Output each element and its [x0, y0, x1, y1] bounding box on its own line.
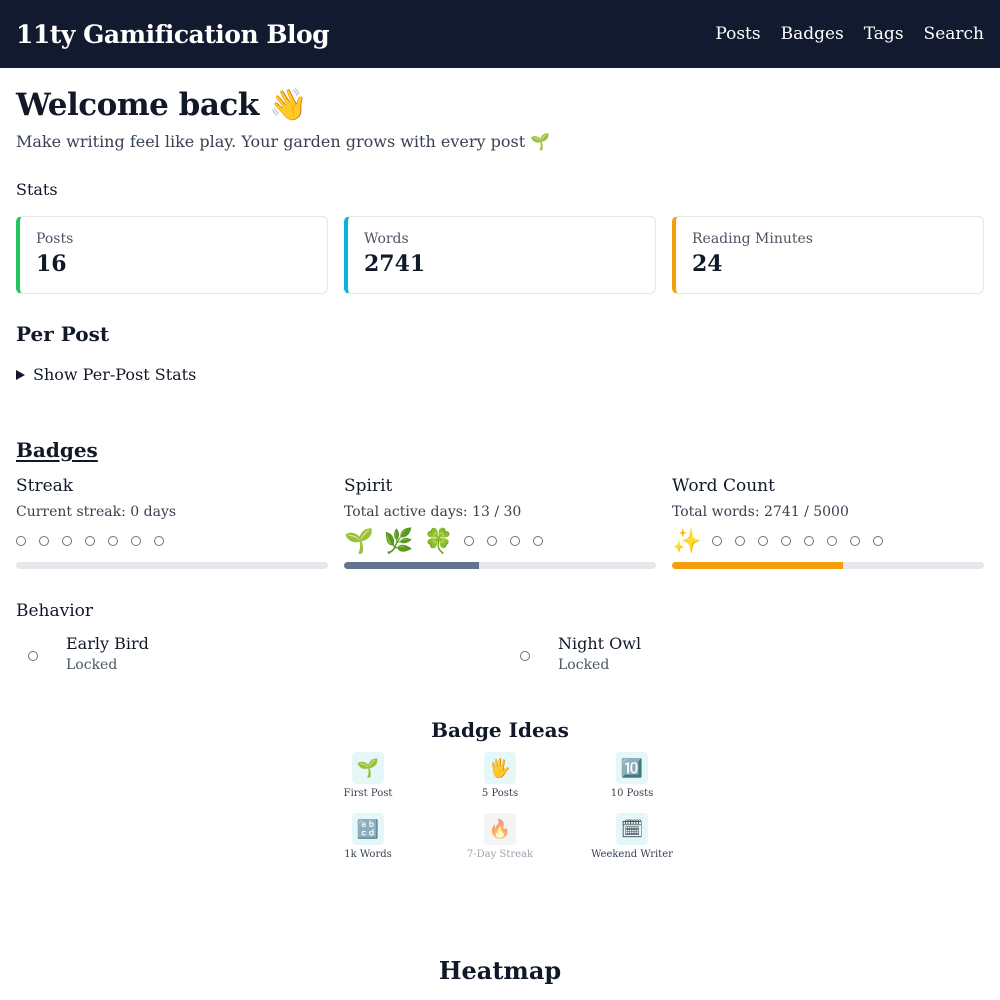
empty-slot-circle-icon	[734, 536, 745, 546]
per-post-heading: Per Post	[16, 322, 110, 346]
calendar-icon: 🗓	[616, 813, 648, 845]
empty-slot-circle-icon	[532, 536, 543, 546]
behavior-status: Locked	[558, 657, 610, 673]
empty-slot-circle-icon	[85, 536, 95, 546]
empty-slot-circle-icon	[757, 536, 768, 546]
word-count-title: Word Count	[672, 476, 775, 496]
welcome-subtitle: Make writing feel like play. Your garden…	[16, 132, 551, 151]
abcd-letters-icon: 🔡	[352, 813, 384, 845]
nav-posts-link[interactable]: Posts	[715, 24, 760, 44]
empty-slot-circle-icon	[131, 536, 141, 546]
empty-slot-circle-icon	[849, 536, 860, 546]
idea-weekend-writer: 🗓 Weekend Writer	[582, 813, 682, 860]
nav-badges-link[interactable]: Badges	[781, 24, 844, 44]
idea-10-posts: 🔟 10 Posts	[582, 752, 682, 799]
empty-slot-circle-icon	[826, 536, 837, 546]
spirit-subtitle: Total active days: 13 / 30	[344, 504, 522, 520]
empty-slot-circle-icon	[486, 536, 497, 546]
stat-card-reading-minutes: Reading Minutes 24	[672, 216, 984, 294]
empty-slot-circle-icon	[16, 536, 26, 546]
empty-slot-circle-icon	[39, 536, 49, 546]
stat-label: Words	[364, 231, 409, 247]
empty-slot-circle-icon	[803, 536, 814, 546]
word-count-progress-bar	[672, 562, 984, 569]
stat-value: 2741	[364, 251, 426, 277]
spirit-earned-token: 🍀	[423, 527, 454, 555]
stat-card-words: Words 2741	[344, 216, 656, 294]
behavior-heading: Behavior	[16, 601, 94, 621]
empty-slot-circle-icon	[780, 536, 791, 546]
idea-label: 10 Posts	[610, 788, 654, 799]
stat-card-posts: Posts 16	[16, 216, 328, 294]
behavior-name: Night Owl	[558, 634, 642, 653]
spirit-earned-token: 🌱	[344, 527, 374, 555]
badges-heading[interactable]: Badges	[16, 438, 98, 462]
idea-7-day-streak: 🔥 7-Day Streak	[450, 813, 550, 860]
empty-slot-circle-icon	[711, 536, 722, 546]
badge-ideas-heading: Badge Ideas	[431, 718, 569, 742]
site-title[interactable]: 11ty Gamification Blog	[16, 20, 330, 49]
stat-value: 24	[692, 251, 723, 277]
stats-label: Stats	[16, 180, 58, 199]
spirit-tokens: 🌱 🌿 🍀	[344, 526, 656, 556]
spirit-badge: Spirit Total active days: 13 / 30 🌱 🌿 🍀	[344, 476, 656, 569]
spirit-progress-bar	[344, 562, 656, 569]
welcome-title: Welcome back 👋	[16, 87, 308, 123]
heatmap-heading: Heatmap	[438, 956, 562, 985]
behavior-name: Early Bird	[66, 634, 149, 653]
disclosure-triangle-icon	[16, 369, 25, 380]
streak-progress-bar	[16, 562, 328, 569]
main-nav: Posts Badges Tags Search	[715, 24, 984, 44]
empty-slot-circle-icon	[463, 536, 474, 546]
word-count-subtitle: Total words: 2741 / 5000	[672, 504, 849, 520]
streak-badge: Streak Current streak: 0 days	[16, 476, 328, 569]
word-count-earned-token: ✨	[672, 527, 702, 555]
idea-label: First Post	[343, 788, 393, 799]
idea-label: 7-Day Streak	[466, 849, 534, 860]
fire-icon: 🔥	[484, 813, 516, 845]
spirit-progress-fill	[344, 562, 480, 569]
word-count-progress-fill	[672, 562, 843, 569]
keycap-ten-icon: 🔟	[616, 752, 648, 784]
behavior-early-bird: Early Bird Locked	[16, 634, 149, 673]
stat-value: 16	[36, 251, 67, 277]
idea-label: 1k Words	[344, 849, 392, 860]
word-count-tokens: ✨	[672, 526, 984, 556]
idea-first-post: 🌱 First Post	[318, 752, 418, 799]
empty-slot-circle-icon	[62, 536, 72, 546]
streak-title: Streak	[16, 476, 74, 496]
seedling-icon: 🌱	[352, 752, 384, 784]
behavior-status: Locked	[66, 657, 118, 673]
streak-tokens	[16, 526, 328, 556]
idea-label: Weekend Writer	[591, 849, 673, 860]
behavior-night-owl: Night Owl Locked	[508, 634, 641, 673]
idea-1k-words: 🔡 1k Words	[318, 813, 418, 860]
per-post-stats-toggle[interactable]: Show Per-Post Stats	[16, 365, 196, 384]
raised-hand-icon: 🖐	[484, 752, 516, 784]
locked-circle-icon	[520, 651, 530, 661]
stat-label: Reading Minutes	[692, 231, 813, 247]
empty-slot-circle-icon	[509, 536, 520, 546]
empty-slot-circle-icon	[872, 536, 883, 546]
idea-5-posts: 🖐 5 Posts	[450, 752, 550, 799]
spirit-earned-token: 🌿	[383, 527, 414, 555]
per-post-toggle-label: Show Per-Post Stats	[33, 365, 197, 384]
stat-label: Posts	[36, 231, 74, 247]
main-content: Welcome back 👋 Make writing feel like pl…	[16, 68, 984, 1000]
empty-slot-circle-icon	[108, 536, 118, 546]
empty-slot-circle-icon	[154, 536, 164, 546]
idea-label: 5 Posts	[481, 788, 519, 799]
word-count-badge: Word Count Total words: 2741 / 5000 ✨	[672, 476, 984, 569]
top-bar: 11ty Gamification Blog Posts Badges Tags…	[0, 0, 1000, 68]
nav-search-link[interactable]: Search	[924, 24, 984, 44]
spirit-title: Spirit	[344, 476, 393, 496]
locked-circle-icon	[28, 651, 38, 661]
nav-tags-link[interactable]: Tags	[864, 24, 904, 44]
streak-subtitle: Current streak: 0 days	[16, 504, 177, 520]
